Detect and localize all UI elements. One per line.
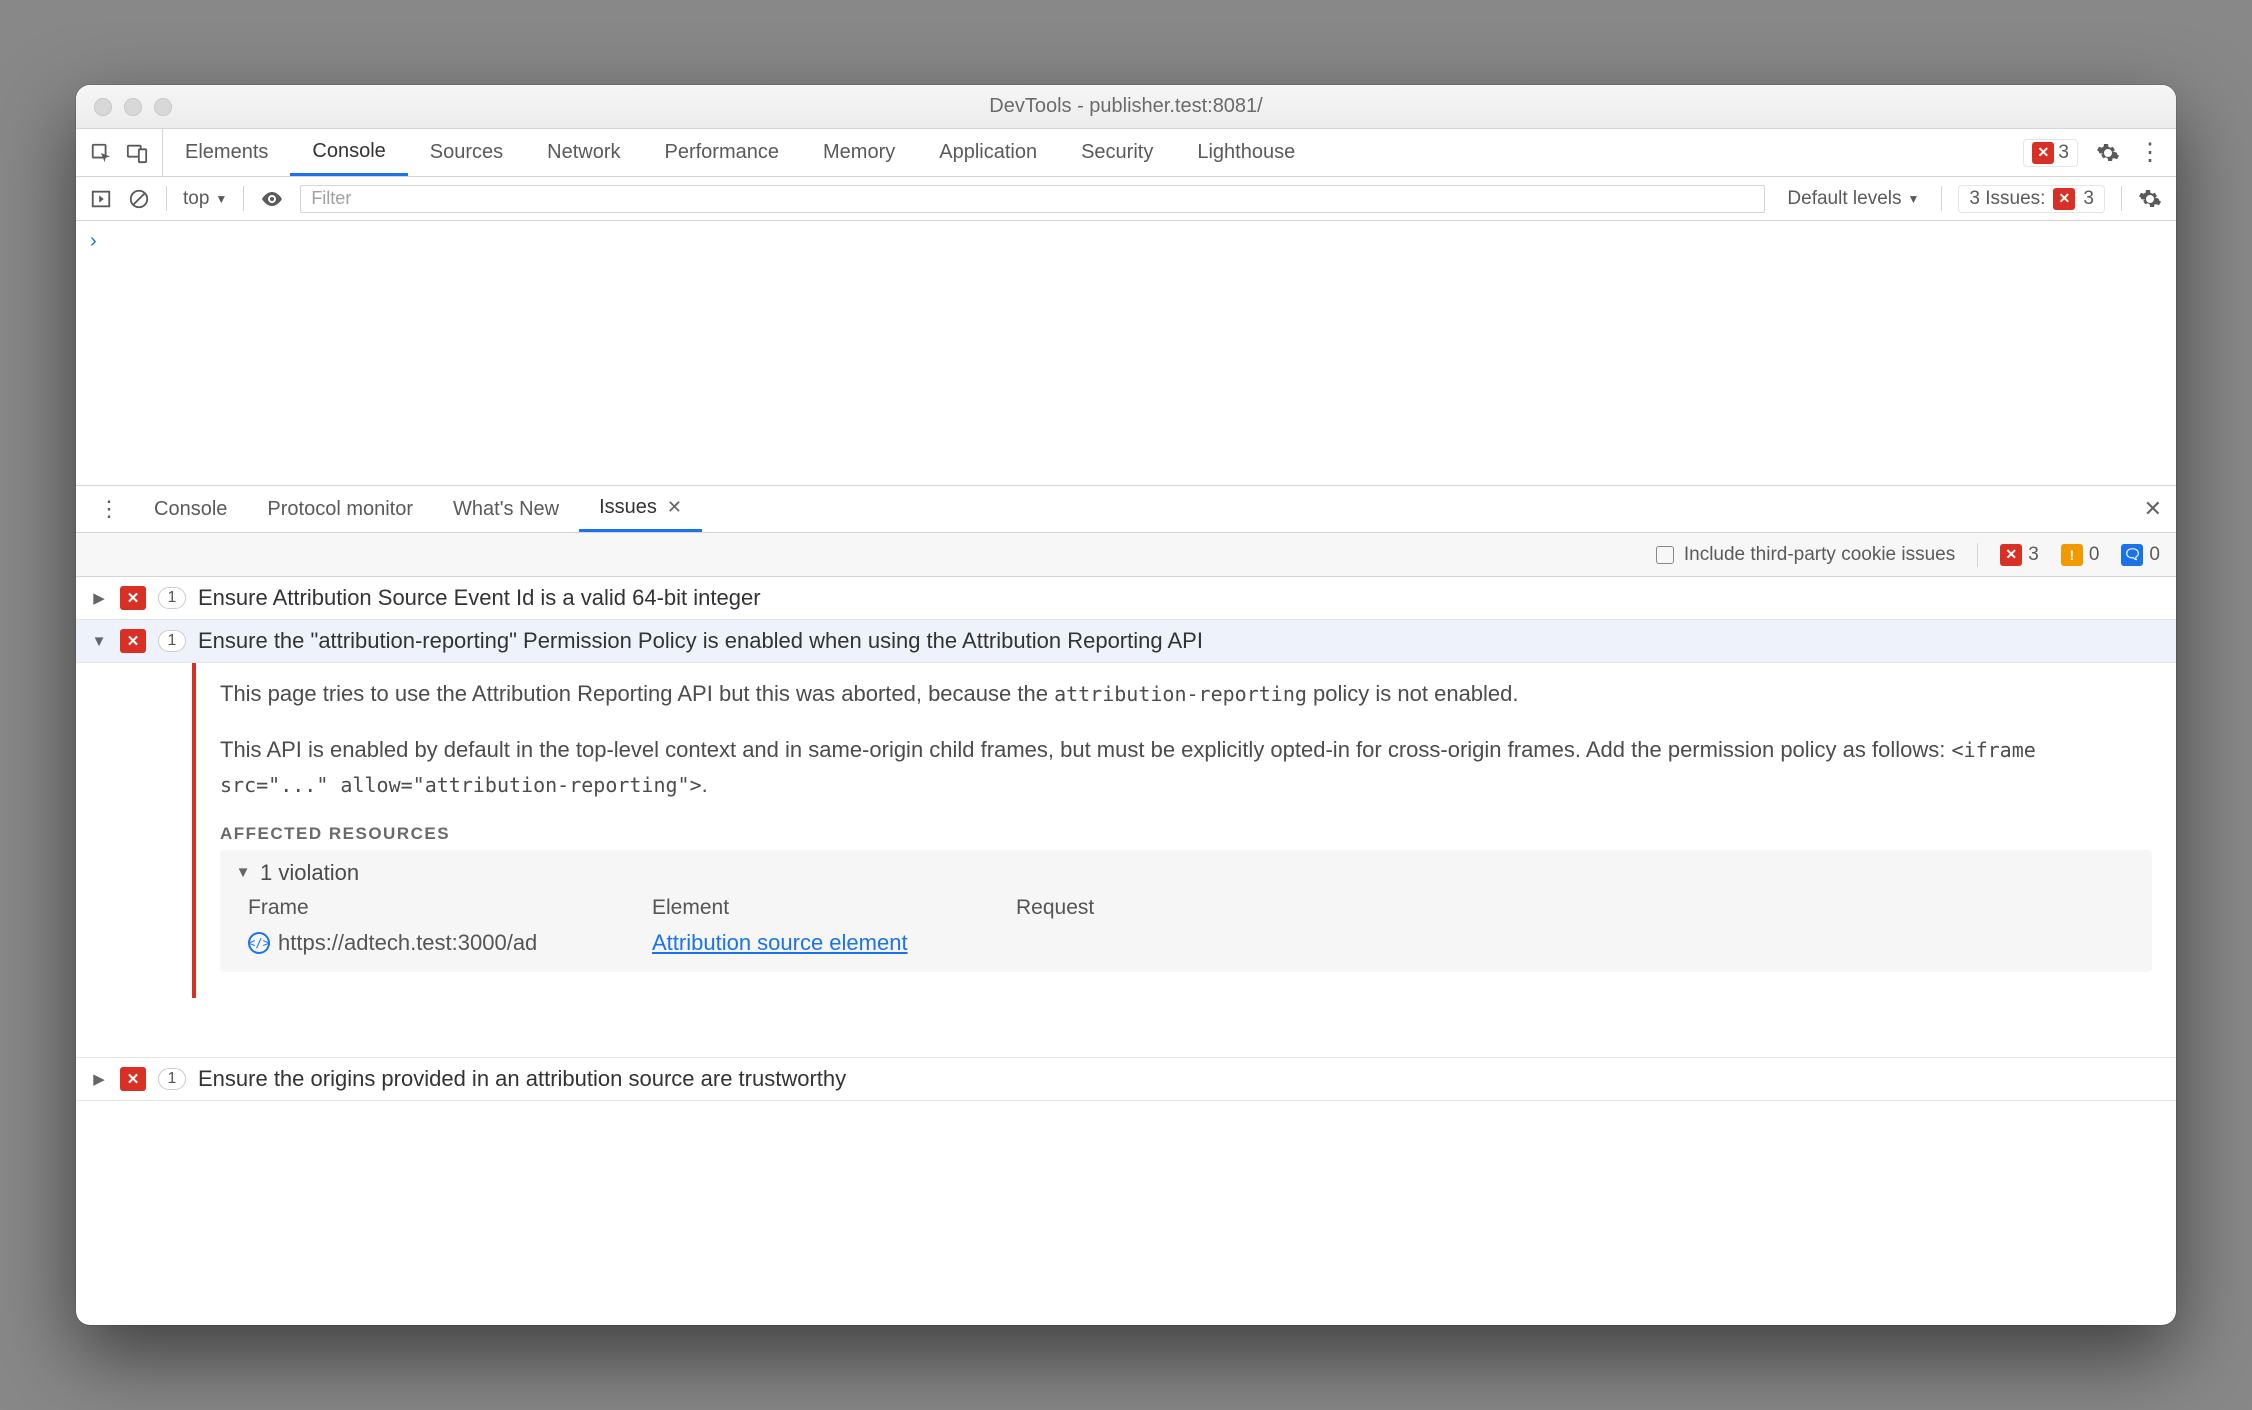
expand-icon: ▶ bbox=[90, 1070, 108, 1088]
issue-title: Ensure the origins provided in an attrib… bbox=[198, 1066, 846, 1092]
tab-memory[interactable]: Memory bbox=[801, 129, 917, 176]
error-count-badge[interactable]: ✕ 3 bbox=[2023, 139, 2078, 167]
chevron-down-icon: ▼ bbox=[1907, 192, 1919, 206]
issues-summary[interactable]: 3 Issues: ✕ 3 bbox=[1958, 185, 2105, 213]
issue-row[interactable]: ▶ ✕ 1 Ensure the origins provided in an … bbox=[76, 1058, 2176, 1101]
title-bar: DevTools - publisher.test:8081/ bbox=[76, 85, 2176, 129]
issues-filter-bar: Include third-party cookie issues ✕ 3 ! … bbox=[76, 533, 2176, 577]
code-snippet: attribution-reporting bbox=[1054, 682, 1307, 706]
frame-cell[interactable]: </> https://adtech.test:3000/ad bbox=[248, 930, 628, 956]
issue-description: This page tries to use the Attribution R… bbox=[220, 677, 2152, 711]
console-settings-icon[interactable] bbox=[2138, 187, 2162, 211]
device-toolbar-icon[interactable] bbox=[126, 142, 148, 164]
settings-icon[interactable] bbox=[2096, 141, 2120, 165]
issue-row[interactable]: ▶ ✕ 1 Ensure Attribution Source Event Id… bbox=[76, 577, 2176, 620]
page-error-icon: ✕ bbox=[120, 586, 146, 610]
spacer-row bbox=[76, 998, 2176, 1058]
console-prompt[interactable]: › bbox=[76, 221, 2176, 261]
tab-elements[interactable]: Elements bbox=[163, 129, 290, 176]
issue-count-badge: 1 bbox=[158, 630, 186, 652]
devtools-window: DevTools - publisher.test:8081/ Elements… bbox=[76, 85, 2176, 1325]
close-drawer-icon[interactable]: ✕ bbox=[2144, 496, 2162, 521]
page-error-icon: ✕ bbox=[120, 629, 146, 653]
tab-network[interactable]: Network bbox=[525, 129, 642, 176]
info-icon: 🗨 bbox=[2121, 544, 2143, 566]
col-element: Element bbox=[652, 896, 992, 920]
request-cell bbox=[1016, 930, 2138, 956]
issue-row[interactable]: ▼ ✕ 1 Ensure the "attribution-reporting"… bbox=[76, 620, 2176, 663]
drawer-tab-strip: ⋮ Console Protocol monitor What's New Is… bbox=[76, 485, 2176, 533]
error-icon: ✕ bbox=[2000, 544, 2022, 566]
error-icon: ✕ bbox=[2032, 142, 2054, 164]
drawer-tab-whats-new[interactable]: What's New bbox=[433, 486, 579, 532]
filter-input[interactable] bbox=[300, 185, 1765, 213]
console-toolbar: top ▼ Default levels ▼ 3 Issues: ✕ 3 bbox=[76, 177, 2176, 221]
tab-sources[interactable]: Sources bbox=[408, 129, 525, 176]
issue-count-badge: 1 bbox=[158, 1068, 186, 1090]
affected-resources: ▼ 1 violation Frame Element Request </> … bbox=[220, 850, 2152, 972]
error-icon: ✕ bbox=[2053, 188, 2075, 210]
main-tab-strip: Elements Console Sources Network Perform… bbox=[76, 129, 2176, 177]
frame-icon: </> bbox=[248, 932, 270, 954]
tab-application[interactable]: Application bbox=[917, 129, 1059, 176]
affected-resources-header: Affected Resources bbox=[220, 824, 2152, 844]
expand-icon: ▶ bbox=[90, 589, 108, 607]
tab-lighthouse[interactable]: Lighthouse bbox=[1175, 129, 1317, 176]
window-title: DevTools - publisher.test:8081/ bbox=[76, 95, 2176, 118]
page-error-icon: ✕ bbox=[120, 1067, 146, 1091]
tab-console[interactable]: Console bbox=[290, 129, 407, 176]
warning-icon: ! bbox=[2061, 544, 2083, 566]
issue-description: This API is enabled by default in the to… bbox=[220, 733, 2152, 801]
issue-count-badge: 1 bbox=[158, 587, 186, 609]
issue-title: Ensure the "attribution-reporting" Permi… bbox=[198, 628, 1203, 654]
chevron-right-icon: › bbox=[90, 230, 97, 253]
info-count[interactable]: 🗨 0 bbox=[2121, 544, 2160, 566]
close-tab-icon[interactable]: ✕ bbox=[667, 497, 682, 518]
chevron-down-icon: ▼ bbox=[215, 192, 227, 206]
col-request: Request bbox=[1016, 896, 2138, 920]
drawer-tab-protocol-monitor[interactable]: Protocol monitor bbox=[247, 486, 433, 532]
violation-toggle[interactable]: ▼ 1 violation bbox=[234, 860, 2138, 886]
log-levels-selector[interactable]: Default levels ▼ bbox=[1781, 188, 1925, 210]
drawer-more-icon[interactable]: ⋮ bbox=[84, 496, 134, 522]
show-sidebar-icon[interactable] bbox=[90, 188, 112, 210]
col-frame: Frame bbox=[248, 896, 628, 920]
warning-count[interactable]: ! 0 bbox=[2061, 544, 2100, 566]
issue-detail: This page tries to use the Attribution R… bbox=[192, 663, 2176, 997]
clear-console-icon[interactable] bbox=[128, 188, 150, 210]
drawer-tab-issues[interactable]: Issues ✕ bbox=[579, 486, 702, 532]
error-count[interactable]: ✕ 3 bbox=[2000, 544, 2039, 566]
issue-title: Ensure Attribution Source Event Id is a … bbox=[198, 585, 761, 611]
tab-security[interactable]: Security bbox=[1059, 129, 1175, 176]
more-icon[interactable]: ⋮ bbox=[2138, 138, 2162, 167]
checkbox-icon bbox=[1656, 546, 1674, 564]
context-selector[interactable]: top ▼ bbox=[183, 188, 227, 210]
tab-performance[interactable]: Performance bbox=[643, 129, 802, 176]
live-expression-icon[interactable] bbox=[260, 187, 284, 211]
collapse-icon: ▼ bbox=[90, 633, 108, 650]
drawer-tab-console[interactable]: Console bbox=[134, 486, 247, 532]
element-link[interactable]: Attribution source element bbox=[652, 930, 908, 955]
inspect-element-icon[interactable] bbox=[90, 142, 112, 164]
third-party-checkbox[interactable]: Include third-party cookie issues bbox=[1656, 544, 1955, 566]
collapse-icon: ▼ bbox=[234, 864, 252, 881]
